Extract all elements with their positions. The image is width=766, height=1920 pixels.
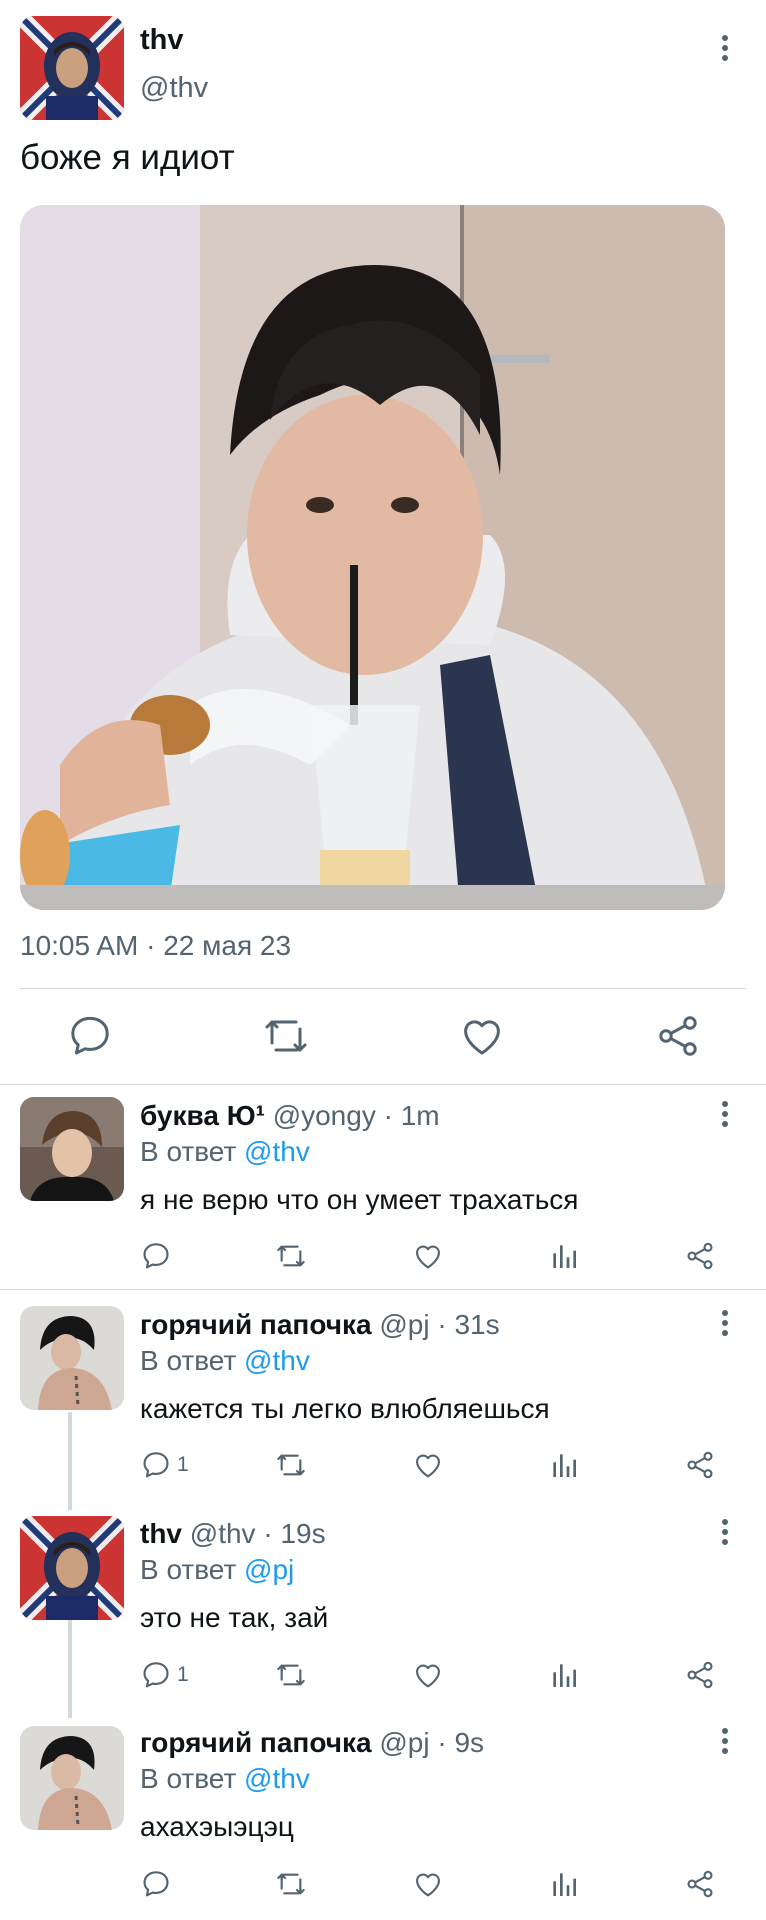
tweet-text: боже я идиот bbox=[20, 138, 235, 177]
analytics-icon[interactable] bbox=[548, 1868, 580, 1900]
reply-author-name[interactable]: буква Ю¹ bbox=[140, 1100, 265, 1131]
reply-to-line: В ответ @pj bbox=[140, 1554, 294, 1586]
retweet-icon[interactable] bbox=[275, 1240, 307, 1272]
mention-link[interactable]: @thv bbox=[244, 1345, 310, 1376]
analytics-icon[interactable] bbox=[548, 1659, 580, 1691]
reply-author-name[interactable]: горячий папочка bbox=[140, 1309, 372, 1340]
share-icon[interactable] bbox=[684, 1659, 716, 1691]
reply-to-label: В ответ bbox=[140, 1136, 237, 1167]
meta-separator: · bbox=[375, 1100, 401, 1131]
reply-time: 9s bbox=[454, 1727, 485, 1758]
tweet-photo[interactable] bbox=[20, 205, 725, 910]
divider bbox=[20, 988, 746, 989]
reply-time: 1m bbox=[400, 1100, 440, 1131]
reply-header: буква Ю¹ @yongy · 1m bbox=[140, 1100, 440, 1132]
mention-link[interactable]: @pj bbox=[244, 1554, 294, 1585]
thread-line bbox=[68, 1620, 72, 1718]
share-icon[interactable] bbox=[654, 1012, 702, 1060]
comment-icon[interactable] bbox=[66, 1012, 114, 1060]
reply-author-name[interactable]: горячий папочка bbox=[140, 1727, 372, 1758]
avatar-pj[interactable] bbox=[20, 1726, 124, 1830]
like-icon[interactable] bbox=[412, 1449, 444, 1481]
reply-header: thv @thv · 19s bbox=[140, 1518, 326, 1550]
reply-to-label: В ответ bbox=[140, 1554, 237, 1585]
reply-author-name[interactable]: thv bbox=[140, 1518, 182, 1549]
divider bbox=[0, 1289, 766, 1290]
author-name[interactable]: thv bbox=[140, 24, 184, 57]
retweet-icon[interactable] bbox=[262, 1012, 310, 1060]
avatar-yongy[interactable] bbox=[20, 1097, 124, 1201]
comment-icon[interactable] bbox=[140, 1449, 172, 1481]
like-icon[interactable] bbox=[412, 1659, 444, 1691]
author-handle[interactable]: @thv bbox=[140, 72, 208, 105]
mention-link[interactable]: @thv bbox=[244, 1136, 310, 1167]
avatar-thv[interactable] bbox=[20, 1516, 124, 1620]
reply-time: 19s bbox=[280, 1518, 326, 1549]
retweet-icon[interactable] bbox=[275, 1868, 307, 1900]
reply-text: ахахэыэцэц bbox=[140, 1811, 294, 1842]
reply-header: горячий папочка @pj · 31s bbox=[140, 1309, 500, 1341]
reply-author-handle[interactable]: @pj bbox=[379, 1309, 429, 1340]
mention-link[interactable]: @thv bbox=[244, 1763, 310, 1794]
meta-separator: · bbox=[255, 1518, 281, 1549]
tweet-timestamp: 10:05 AM · 22 мая 23 bbox=[20, 930, 291, 962]
divider bbox=[0, 1084, 766, 1085]
reply-to-line: В ответ @thv bbox=[140, 1136, 310, 1168]
retweet-icon[interactable] bbox=[275, 1449, 307, 1481]
meta-separator: · bbox=[429, 1309, 455, 1340]
share-icon[interactable] bbox=[684, 1449, 716, 1481]
reply-text: я не верю что он умеет трахаться bbox=[140, 1184, 579, 1215]
comment-icon[interactable] bbox=[140, 1240, 172, 1272]
meta-separator: · bbox=[429, 1727, 455, 1758]
share-icon[interactable] bbox=[684, 1868, 716, 1900]
like-icon[interactable] bbox=[412, 1868, 444, 1900]
tweet-time: 10:05 AM bbox=[20, 930, 139, 961]
reply-author-handle[interactable]: @yongy bbox=[273, 1100, 376, 1131]
reply-count: 1 bbox=[177, 1663, 189, 1686]
reply-text: кажется ты легко влюбляешься bbox=[140, 1393, 550, 1424]
reply-to-label: В ответ bbox=[140, 1345, 237, 1376]
analytics-icon[interactable] bbox=[548, 1449, 580, 1481]
reply-text: это не так, зай bbox=[140, 1602, 329, 1633]
reply-to-line: В ответ @thv bbox=[140, 1345, 310, 1377]
more-icon[interactable] bbox=[713, 30, 737, 66]
share-icon[interactable] bbox=[684, 1240, 716, 1272]
reply-author-handle[interactable]: @pj bbox=[379, 1727, 429, 1758]
avatar-thv[interactable] bbox=[20, 16, 124, 120]
reply-to-line: В ответ @thv bbox=[140, 1763, 310, 1795]
tweet-date: 22 мая 23 bbox=[163, 930, 292, 961]
more-icon[interactable] bbox=[713, 1514, 737, 1550]
more-icon[interactable] bbox=[713, 1305, 737, 1341]
reply-time: 31s bbox=[454, 1309, 500, 1340]
reply-author-handle[interactable]: @thv bbox=[190, 1518, 256, 1549]
avatar-pj[interactable] bbox=[20, 1306, 124, 1410]
thread-line bbox=[68, 1412, 72, 1510]
comment-icon[interactable] bbox=[140, 1659, 172, 1691]
more-icon[interactable] bbox=[713, 1096, 737, 1132]
more-icon[interactable] bbox=[713, 1723, 737, 1759]
comment-icon[interactable] bbox=[140, 1868, 172, 1900]
analytics-icon[interactable] bbox=[548, 1240, 580, 1272]
reply-header: горячий папочка @pj · 9s bbox=[140, 1727, 484, 1759]
meta-separator: · bbox=[138, 930, 164, 961]
reply-count: 1 bbox=[177, 1453, 189, 1476]
like-icon[interactable] bbox=[412, 1240, 444, 1272]
retweet-icon[interactable] bbox=[275, 1659, 307, 1691]
reply-to-label: В ответ bbox=[140, 1763, 237, 1794]
like-icon[interactable] bbox=[458, 1012, 506, 1060]
